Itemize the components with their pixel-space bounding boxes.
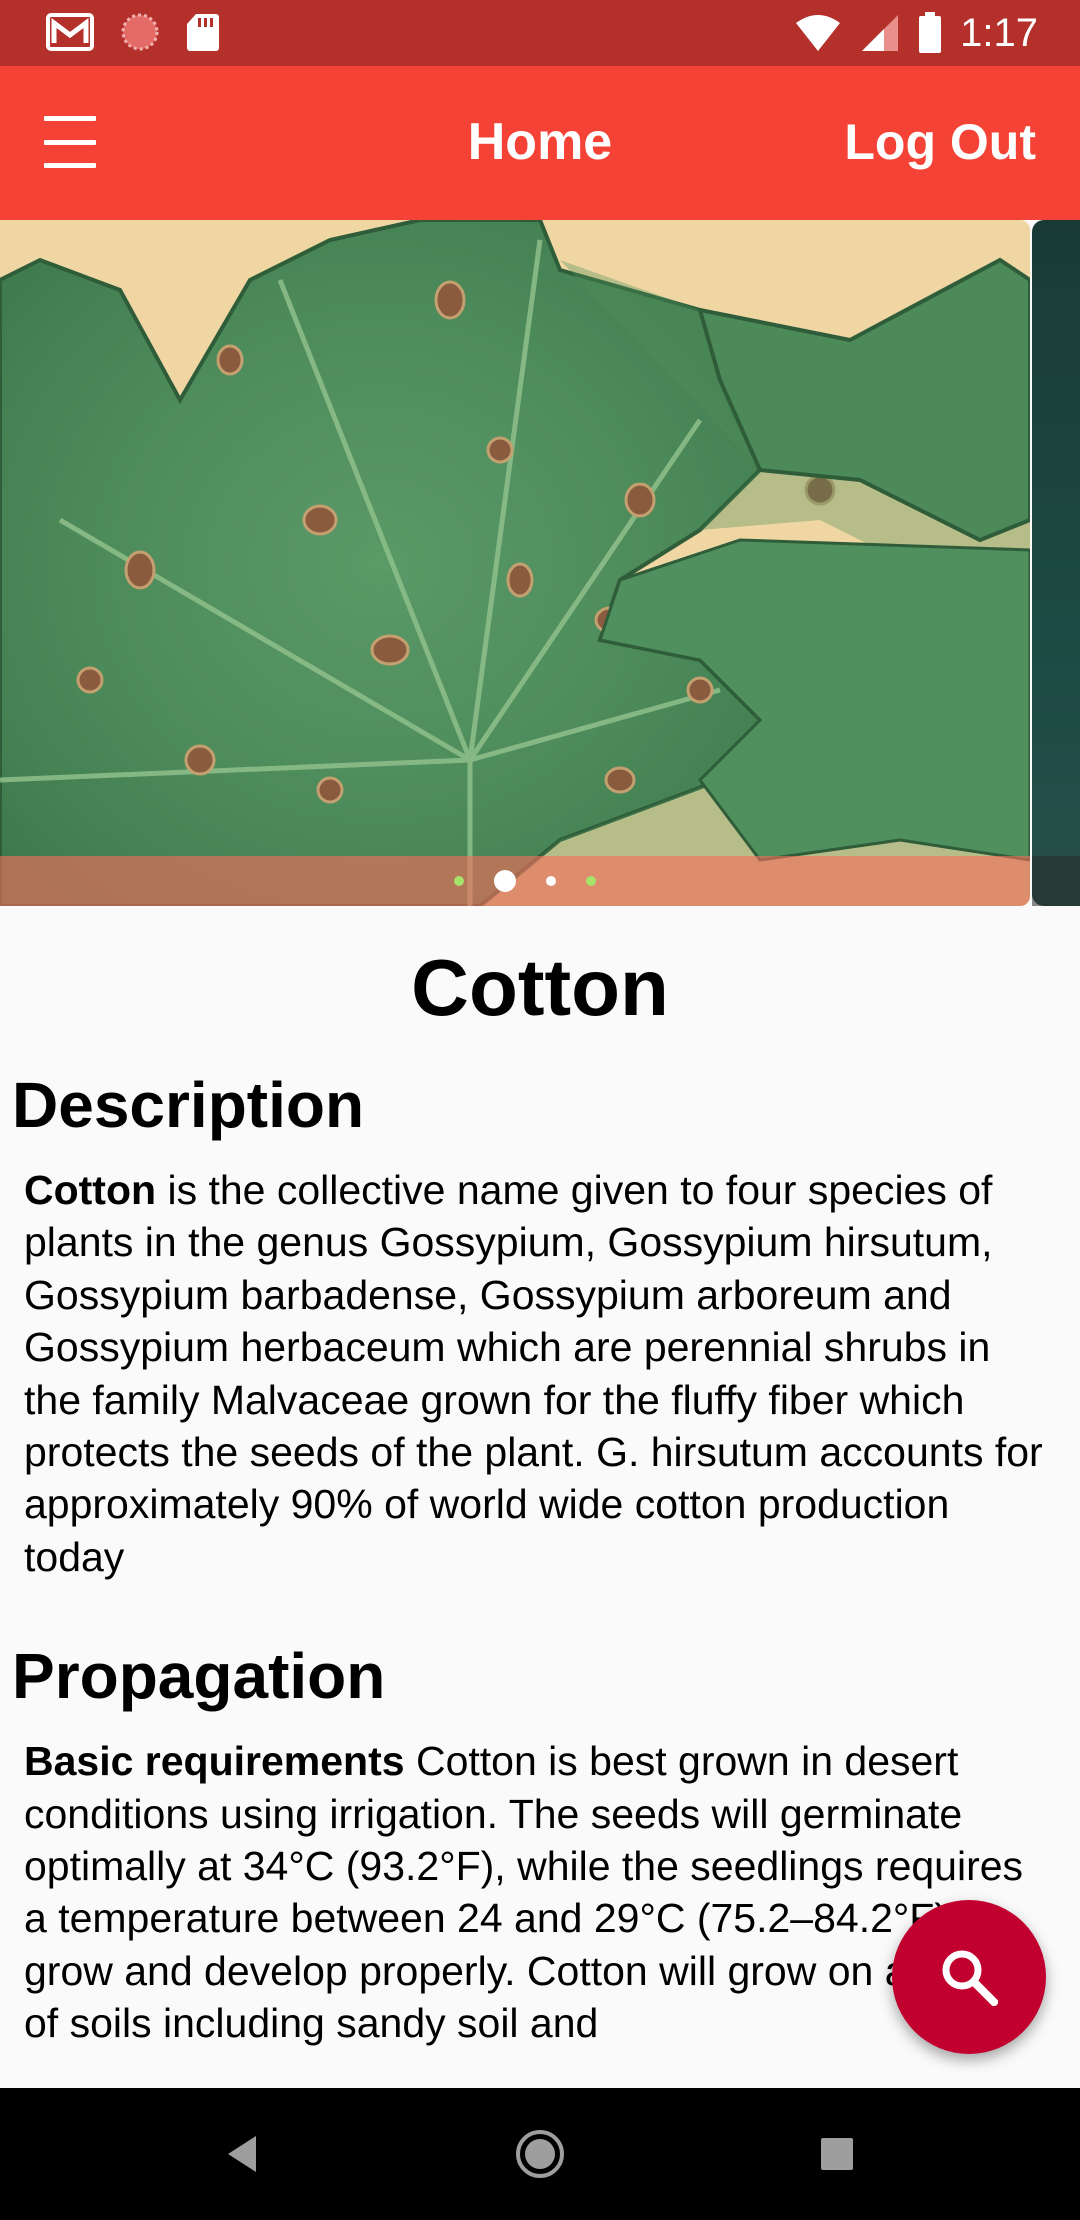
carousel-slide-next[interactable] bbox=[1032, 220, 1080, 906]
crop-details: Cotton Description Cotton is the collect… bbox=[0, 906, 1080, 2050]
propagation-heading: Propagation bbox=[12, 1640, 386, 1713]
logout-button[interactable]: Log Out bbox=[844, 112, 1036, 172]
carousel-dot-4[interactable] bbox=[586, 876, 596, 886]
description-text: is the collective name given to four spe… bbox=[24, 1167, 1043, 1580]
status-left-icons bbox=[46, 12, 220, 52]
home-icon bbox=[516, 2130, 564, 2178]
wifi-icon bbox=[796, 15, 841, 51]
crop-name: Cotton bbox=[411, 943, 669, 1032]
status-bar: 1:17 bbox=[0, 0, 1080, 66]
description-heading: Description bbox=[12, 1069, 365, 1141]
recents-icon bbox=[821, 2138, 853, 2170]
carousel-dot-1[interactable] bbox=[454, 876, 464, 886]
description-paragraph: Cotton is the collective name given to f… bbox=[0, 1164, 1080, 1583]
cotton-leaf-image bbox=[0, 220, 1030, 906]
back-button[interactable] bbox=[182, 2088, 302, 2220]
gmail-icon bbox=[46, 13, 94, 51]
image-carousel[interactable] bbox=[0, 220, 1080, 906]
sd-card-icon bbox=[187, 14, 219, 51]
status-time: 1:17 bbox=[960, 11, 1038, 55]
search-icon bbox=[942, 1950, 998, 2006]
carousel-dot-3[interactable] bbox=[546, 876, 556, 886]
status-right-icons: 1:17 bbox=[794, 8, 1038, 58]
battery-icon bbox=[919, 12, 942, 53]
cell-signal-icon bbox=[862, 15, 899, 51]
carousel-slide-current[interactable] bbox=[0, 220, 1030, 906]
app-bar: Home Log Out bbox=[0, 66, 1080, 220]
propagation-bold-term: Basic requirements bbox=[24, 1738, 405, 1785]
description-bold-term: Cotton bbox=[24, 1167, 157, 1213]
carousel-dot-2[interactable] bbox=[494, 870, 516, 892]
carousel-dots bbox=[0, 870, 1040, 892]
system-nav-bar bbox=[0, 2088, 1080, 2220]
propagation-text: Cotton is best grown in desert condition… bbox=[24, 1738, 1040, 2047]
recents-button[interactable] bbox=[777, 2088, 897, 2220]
search-fab-button[interactable] bbox=[892, 1900, 1046, 2054]
home-button[interactable] bbox=[480, 2088, 600, 2220]
back-icon bbox=[228, 2136, 256, 2172]
notification-dot-icon bbox=[121, 13, 159, 51]
